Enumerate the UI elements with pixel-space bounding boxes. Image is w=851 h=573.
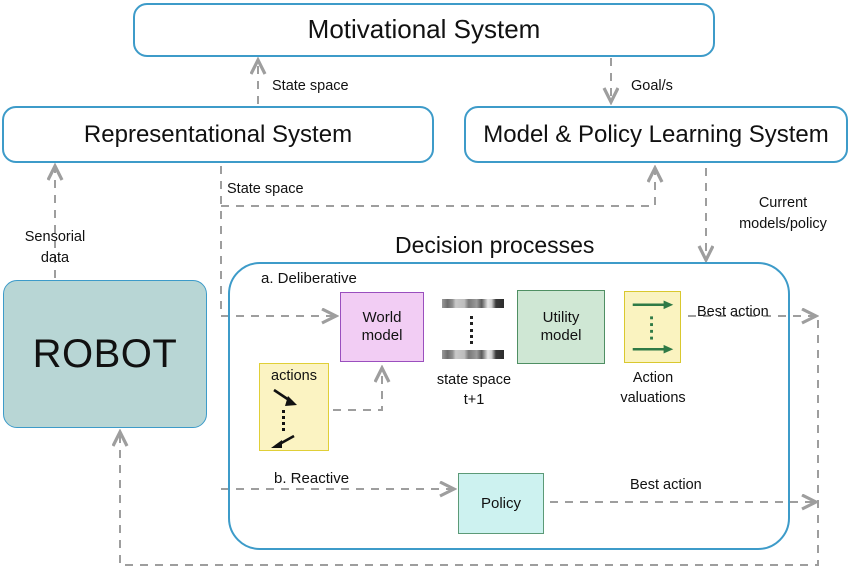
model-policy-learning-system-label: Model & Policy Learning System bbox=[483, 120, 829, 148]
motivational-system-label: Motivational System bbox=[307, 14, 541, 45]
diagram-canvas: Motivational System Representational Sys… bbox=[0, 0, 851, 573]
vertical-dots-icon-state-space bbox=[470, 316, 473, 344]
state-space-strip-icon-top bbox=[442, 299, 504, 308]
representational-system-label: Representational System bbox=[83, 120, 353, 148]
action-valuations-box bbox=[624, 291, 681, 363]
actions-label: actions bbox=[271, 368, 317, 384]
actions-box: actions bbox=[259, 363, 329, 451]
utility-model-label-line1: Utility bbox=[542, 309, 580, 327]
robot-box: ROBOT bbox=[3, 280, 207, 428]
edge-label-state-space-up: State space bbox=[272, 78, 349, 94]
edge-label-best-action-deliberative: Best action bbox=[697, 304, 769, 320]
world-model-label-line2: model bbox=[361, 327, 403, 344]
utility-model-label: Utility model bbox=[541, 309, 582, 344]
state-space-t1-caption-line2: t+1 bbox=[463, 392, 485, 408]
edge-label-current-models-line1: Current bbox=[758, 195, 808, 211]
edge-label-sensorial-data-line2: data bbox=[40, 250, 70, 266]
deliberative-label: a. Deliberative bbox=[261, 270, 357, 287]
world-model-box: World model bbox=[340, 292, 424, 362]
policy-box: Policy bbox=[458, 473, 544, 534]
green-arrows-icon bbox=[632, 300, 674, 354]
robot-label: ROBOT bbox=[32, 332, 178, 376]
edge-label-state-space-down: State space bbox=[227, 181, 304, 197]
state-space-strip-icon-bottom bbox=[442, 350, 504, 359]
model-policy-learning-system-box: Model & Policy Learning System bbox=[464, 106, 848, 163]
edge-label-goals: Goal/s bbox=[631, 78, 673, 94]
edge-label-best-action-reactive: Best action bbox=[630, 477, 702, 493]
reactive-label: b. Reactive bbox=[274, 470, 350, 487]
motivational-system-box: Motivational System bbox=[133, 3, 715, 57]
representational-system-box: Representational System bbox=[2, 106, 434, 163]
world-model-label-line1: World bbox=[362, 309, 402, 327]
edge-label-current-models-line2: models/policy bbox=[739, 216, 827, 232]
black-arrows-icon bbox=[271, 389, 297, 449]
action-valuations-caption-line1: Action bbox=[632, 370, 674, 386]
state-space-t1-caption-line1: state space bbox=[436, 372, 512, 388]
edge-label-sensorial-data-line1: Sensorial bbox=[24, 229, 86, 245]
policy-label: Policy bbox=[480, 494, 521, 512]
action-valuations-caption-line2: valuations bbox=[620, 390, 686, 406]
decision-processes-title: Decision processes bbox=[395, 232, 595, 258]
utility-model-box: Utility model bbox=[517, 290, 605, 364]
utility-model-label-line2: model bbox=[540, 327, 582, 344]
world-model-label: World model bbox=[362, 309, 403, 344]
